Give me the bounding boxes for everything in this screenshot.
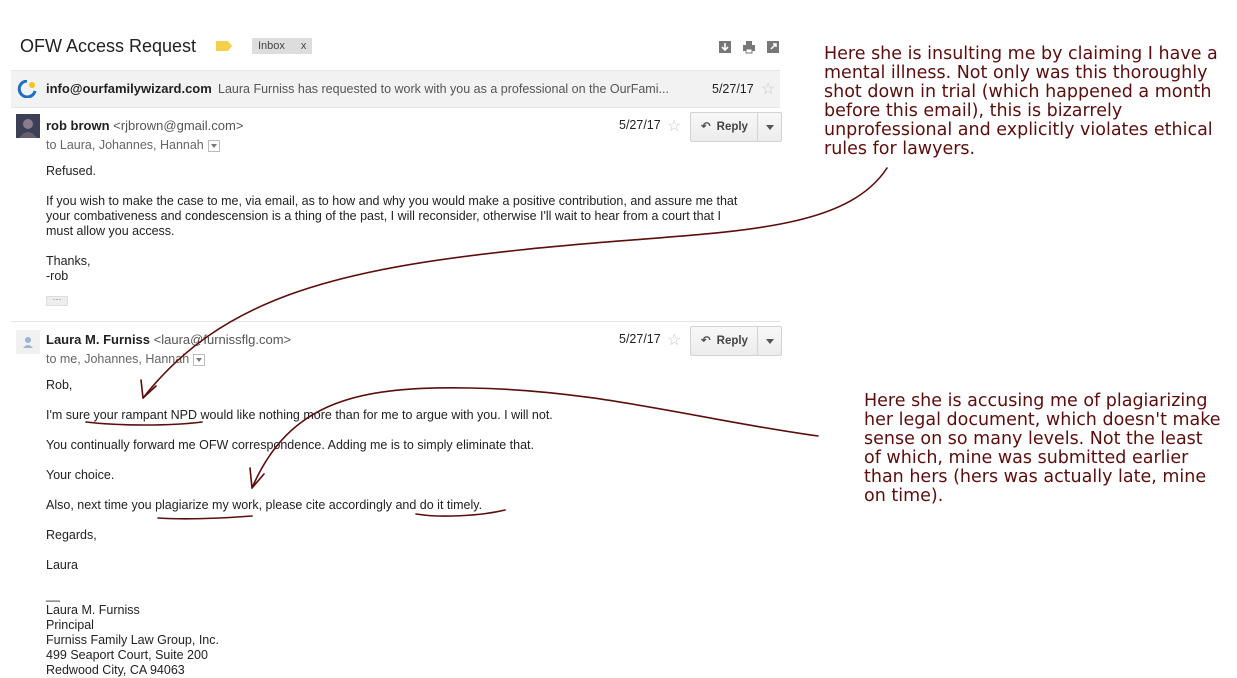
annotation-line: unprofessional and explicitly violates e… [824,120,1213,140]
body-line: Laura [46,558,78,572]
important-marker-icon[interactable] [216,41,232,51]
subject-actions [718,40,780,54]
email-view: OFW Access Request Inbox x info@ourfamil… [0,0,790,677]
annotation-line: sense on so many levels. Not the least [864,429,1203,449]
signature-line: __ [46,588,60,602]
sender-address: <rjbrown@gmail.com> [113,118,244,133]
signature-line: Furniss Family Law Group, Inc. [46,633,219,647]
annotation-line: Here she is accusing me of plagiarizing [864,391,1208,411]
ourfamilywizard-logo-icon [17,79,37,99]
body-line: Thanks, [46,254,91,268]
reply-separator [757,327,758,355]
body-line: You continually forward me OFW correspon… [46,438,534,452]
annotation-line: on time). [864,486,944,506]
print-icon[interactable] [742,40,756,54]
avatar [16,114,40,138]
body-line: Also, next time you plagiarize my work, … [46,498,483,512]
recipients: to Laura, Johannes, Hannah [46,138,204,152]
reply-button-content: ↶ Reply [701,119,748,133]
recipients-line: to me, Johannes, Hannah [46,352,206,366]
body-line: Your choice. [46,468,115,482]
annotation-npd: Here she is insulting me by claiming I h… [824,45,1218,159]
inbox-label-chip[interactable]: Inbox x [252,38,313,54]
body-line: Refused. [46,164,97,178]
body-line: Rob, [46,378,73,392]
reply-button[interactable]: ↶ Reply [690,112,782,142]
signature-line: Principal [46,618,94,632]
reply-arrow-icon: ↶ [701,121,711,133]
message-date: 5/27/17 [619,118,661,132]
message-body: Rob, I'm sure your rampant NPD would lik… [46,378,553,573]
annotation-plagiarism: Here she is accusing me of plagiarizing … [864,392,1221,506]
recipients: to me, Johannes, Hannah [46,352,190,366]
message-laura-furniss: Laura M. Furniss <laura@furnissflg.com> … [11,326,782,677]
email-subject: OFW Access Request [20,36,197,56]
body-line: If you wish to make the case to me, via … [46,194,738,208]
annotation-line: than hers (hers was actually late, mine [864,467,1207,487]
reply-button-content: ↶ Reply [701,333,748,347]
annotation-line: of which, mine was submitted earlier [864,448,1189,468]
annotation-line: her legal document, which doesn't make [864,410,1221,430]
remove-label-button[interactable]: x [301,38,307,54]
annotation-line: before this email), this is bizarrely [824,101,1123,121]
star-icon[interactable]: ☆ [761,79,775,99]
sender-name: Laura M. Furniss [46,332,151,347]
reply-label: Reply [716,335,748,347]
thread-date: 5/27/17 [712,82,754,96]
message-rob-brown: rob brown <rjbrown@gmail.com> to Laura, … [11,112,782,312]
thread-sender: info@ourfamilywizard.com [46,81,212,96]
star-icon[interactable]: ☆ [667,116,681,136]
signature-line: Laura M. Furniss [46,603,140,617]
reply-separator [757,113,758,141]
show-trimmed-content-button[interactable]: ··· [46,295,68,306]
message-body: Refused. If you wish to make the case to… [46,164,737,284]
reply-arrow-icon: ↶ [701,335,711,347]
message-date: 5/27/17 [619,332,661,346]
signature-line: 499 Seaport Court, Suite 200 [46,648,208,662]
inbox-label-text: Inbox [258,40,285,52]
subject-bar: OFW Access Request Inbox x [20,34,780,62]
sender-address: <laura@furnissflg.com> [153,332,292,347]
annotation-line: rules for lawyers. [824,139,976,159]
recipients-line: to Laura, Johannes, Hannah [46,138,220,152]
star-icon[interactable]: ☆ [667,330,681,350]
body-line: your combativeness and condescension is … [46,209,721,223]
collapsed-message-row[interactable]: info@ourfamilywizard.com Laura Furniss h… [11,70,780,108]
body-line: -rob [46,269,69,283]
new-window-icon[interactable] [766,40,780,54]
annotation-line: Here she is insulting me by claiming I h… [824,44,1218,64]
download-icon[interactable] [718,40,732,54]
message-divider [11,321,780,322]
body-line: Regards, [46,528,97,542]
body-line: must allow you access. [46,224,175,238]
annotation-line: shot down in trial (which happened a mon… [824,82,1212,102]
show-details-icon[interactable] [193,353,206,366]
thread-snippet: Laura Furniss has requested to work with… [218,82,669,96]
show-details-icon[interactable] [207,139,220,152]
reply-button[interactable]: ↶ Reply [690,326,782,356]
sender-name: rob brown [46,118,110,133]
body-line: I'm sure your rampant NPD would like not… [46,408,553,422]
more-options-chevron-down-icon[interactable] [766,339,774,344]
more-options-chevron-down-icon[interactable] [766,125,774,130]
sender-line: rob brown <rjbrown@gmail.com> [46,118,243,133]
sender-line: Laura M. Furniss <laura@furnissflg.com> [46,332,291,347]
avatar [16,330,40,354]
annotation-line: mental illness. Not only was this thorou… [824,63,1208,83]
reply-label: Reply [716,121,748,133]
signature-block: __ Laura M. Furniss Principal Furniss Fa… [46,588,219,678]
signature-line: Redwood City, CA 94063 [46,663,185,677]
